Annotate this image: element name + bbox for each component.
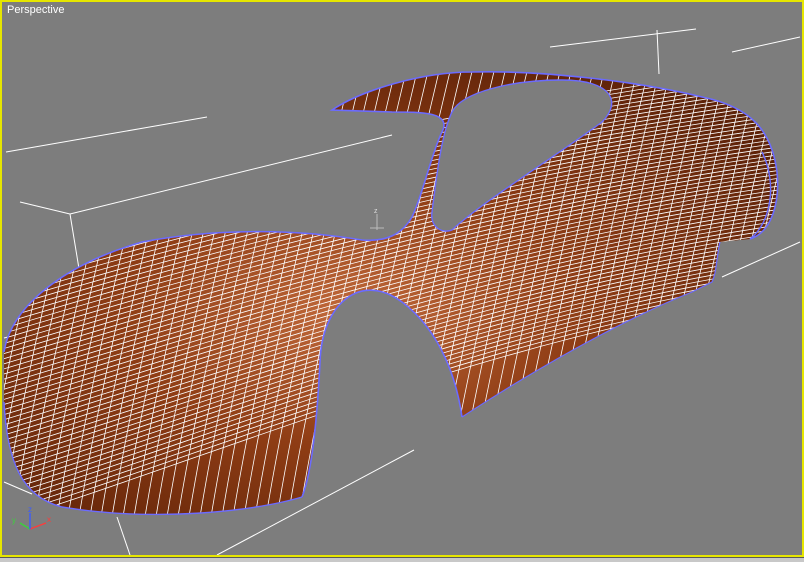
grid-line <box>69 134 393 215</box>
grid-line <box>549 28 697 48</box>
perspective-viewport[interactable]: Perspective z x y z <box>0 0 804 557</box>
wire-line <box>764 71 778 515</box>
pivot-marker: z <box>370 208 384 230</box>
grid-line <box>731 36 801 53</box>
scene-canvas[interactable]: z <box>2 2 802 555</box>
wire-line <box>775 71 778 515</box>
pivot-label: z <box>374 208 378 215</box>
grid-line <box>5 116 208 153</box>
viewport-bottom-strip <box>0 557 804 562</box>
y-axis-label: y <box>12 516 16 525</box>
y-axis-line <box>19 522 31 530</box>
grid-line <box>19 201 71 215</box>
axis-gizmo: x y z <box>12 507 51 530</box>
wire-line <box>798 42 802 555</box>
wire-line <box>787 42 802 555</box>
grid-line <box>656 29 660 75</box>
grid-line <box>116 516 131 555</box>
grid-line <box>721 241 801 278</box>
car-body-mesh[interactable] <box>2 42 802 555</box>
x-axis-label: x <box>47 515 51 524</box>
x-axis-line <box>29 522 47 530</box>
z-axis-label: z <box>28 507 32 514</box>
wire-line <box>753 71 778 515</box>
